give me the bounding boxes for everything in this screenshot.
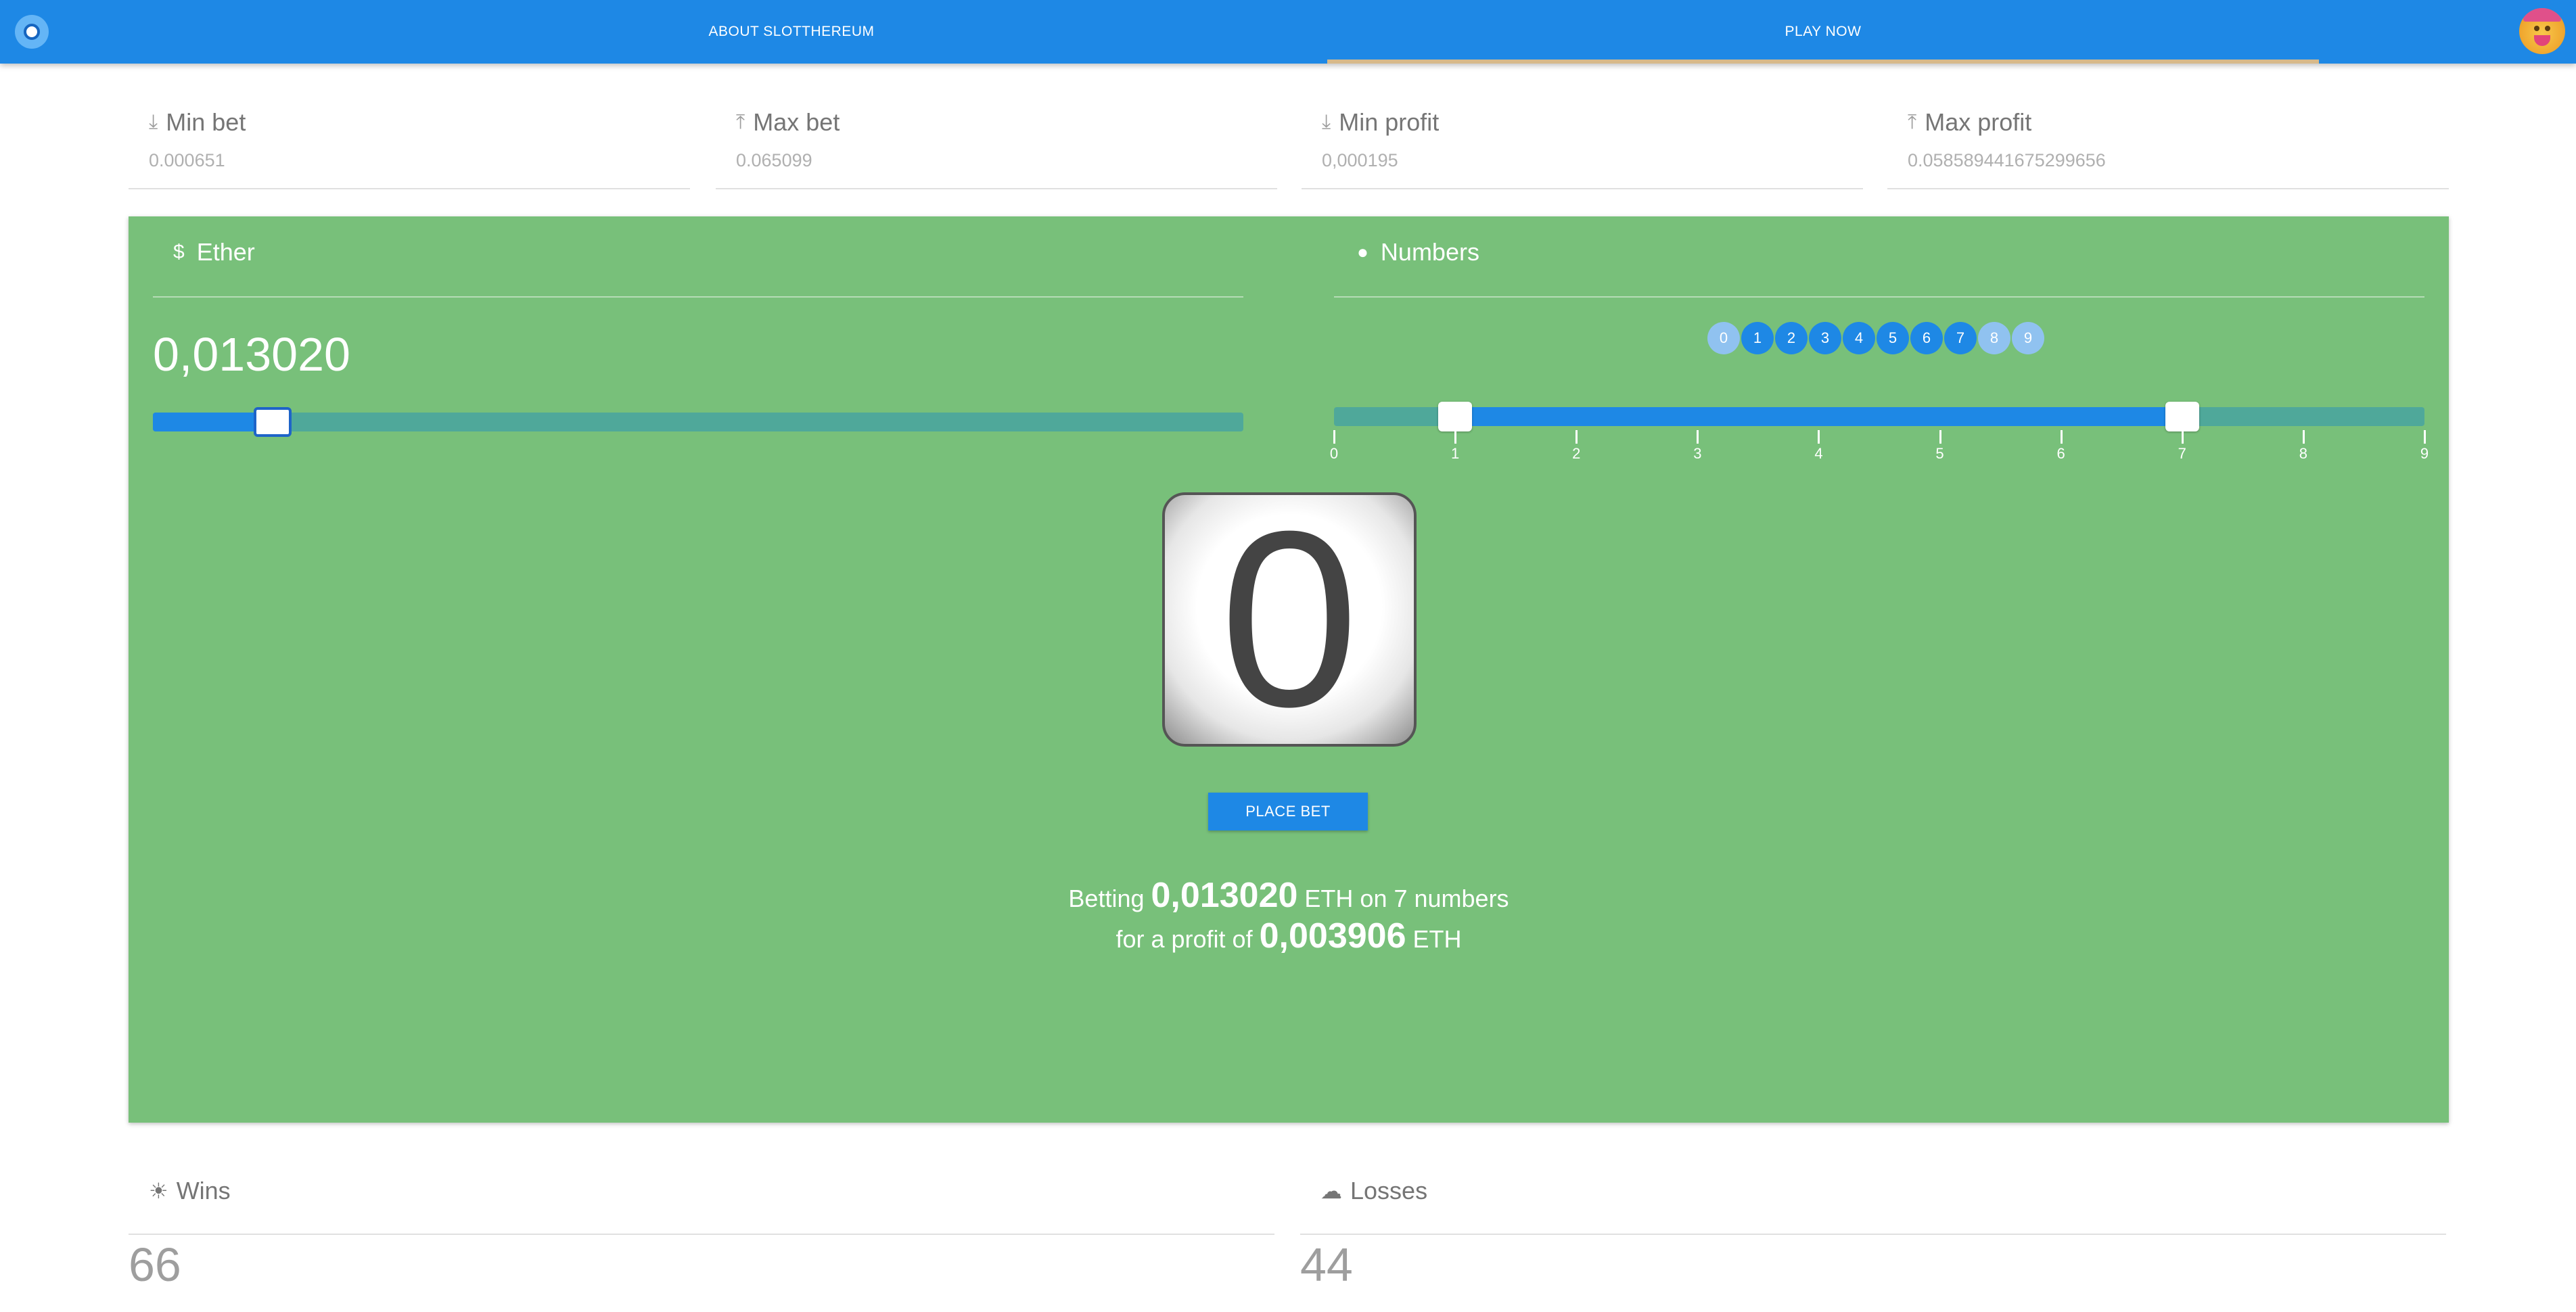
number-chip[interactable]: 2 [1775, 322, 1808, 354]
range-tick [1454, 430, 1457, 444]
range-tick-label: 3 [1693, 445, 1702, 462]
summary-betting-prefix: Betting [1068, 885, 1145, 912]
place-bet-button[interactable]: PLACE BET [1208, 793, 1368, 830]
wins-label-row: ☀ Wins [149, 1177, 231, 1205]
min-profit-label: Min profit [1339, 108, 1440, 136]
avatar[interactable] [2519, 8, 2565, 54]
range-tick-label: 9 [2420, 445, 2429, 462]
range-tick [1818, 430, 1820, 444]
min-profit-label-row: ⤓ Min profit [1322, 108, 1439, 137]
range-tick-label: 8 [2299, 445, 2307, 462]
ether-title: Ether [196, 238, 255, 266]
max-bet-label: Max bet [753, 108, 840, 136]
losses-stat: ☁ Losses 44 [1300, 1163, 2446, 1312]
arrow-up-to-line-icon: ⤒ [1908, 111, 1917, 133]
bubbles-icon: ● [1357, 241, 1368, 262]
numbers-title-row: ● Numbers [1357, 238, 1479, 266]
max-bet-value: 0.065099 [736, 150, 812, 170]
range-tick-label: 2 [1572, 445, 1581, 462]
cloud-icon: ☁ [1320, 1179, 1342, 1203]
numbers-title: Numbers [1380, 238, 1479, 266]
numbers-range-fill [1455, 407, 2182, 426]
numbers-divider [1334, 296, 2424, 298]
bet-summary-line1: Betting 0,013020 ETH on 7 numbers [129, 875, 2449, 916]
wins-label: Wins [176, 1177, 231, 1204]
max-profit-label-row: ⤒ Max profit [1908, 108, 2031, 137]
number-chip[interactable]: 1 [1741, 322, 1774, 354]
range-tick-label: 0 [1329, 445, 1339, 462]
ether-divider [153, 296, 1243, 298]
wins-stat: ☀ Wins 66 [129, 1163, 1274, 1312]
number-chip[interactable]: 8 [1978, 322, 2010, 354]
active-tab-indicator [1327, 60, 2319, 64]
min-profit-value: 0,000195 [1322, 150, 1398, 170]
numbers-range-track[interactable] [1334, 407, 2424, 426]
max-profit-field: ⤒ Max profit 0.058589441675299656 [1887, 101, 2449, 189]
max-bet-label-row: ⤒ Max bet [736, 108, 840, 137]
result-digit-box: 0 [1162, 492, 1417, 747]
arrow-down-to-line-icon: ⤓ [149, 111, 158, 133]
summary-bet-amount: 0,013020 [1151, 876, 1298, 915]
wins-value: 66 [129, 1238, 181, 1291]
bet-panel: $ Ether 0,013020 ● Numbers 0123456789 01… [129, 216, 2449, 1123]
ether-slider-handle[interactable] [254, 407, 292, 437]
losses-value: 44 [1300, 1238, 1353, 1291]
number-chip[interactable]: 7 [1944, 322, 1977, 354]
avatar-hair [2523, 8, 2561, 22]
range-tick-label: 5 [1935, 445, 1944, 462]
summary-profit-prefix: for a profit of [1116, 925, 1253, 953]
wins-divider [129, 1234, 1274, 1235]
range-tick [2424, 430, 2426, 444]
range-tick-label: 7 [2178, 445, 2186, 462]
app-bar: ABOUT SLOTTHEREUM PLAY NOW [0, 0, 2576, 64]
bet-summary-line2: for a profit of 0,003906 ETH [129, 916, 2449, 956]
ether-amount: 0,013020 [153, 328, 350, 381]
range-tick [2060, 430, 2063, 444]
number-chip[interactable]: 9 [2012, 322, 2044, 354]
range-tick [1697, 430, 1699, 444]
range-tick [1333, 430, 1335, 444]
range-tick [2181, 430, 2184, 444]
min-bet-label: Min bet [166, 108, 246, 136]
ether-title-row: $ Ether [173, 238, 255, 266]
avatar-eye [2545, 26, 2550, 31]
range-tick [2302, 430, 2305, 444]
min-profit-field: ⤓ Min profit 0,000195 [1302, 101, 1863, 189]
numbers-range-min-handle[interactable] [1438, 402, 1473, 431]
sun-icon: ☀ [149, 1179, 168, 1203]
arrow-up-to-line-icon: ⤒ [736, 111, 745, 133]
arrow-down-to-line-icon: ⤓ [1322, 111, 1331, 133]
number-chips: 0123456789 [1707, 322, 2044, 356]
ether-slider-track[interactable] [153, 413, 1243, 431]
number-chip[interactable]: 4 [1843, 322, 1875, 354]
numbers-range-max-handle[interactable] [2165, 402, 2199, 431]
summary-bet-suffix: ETH on 7 numbers [1304, 885, 1509, 912]
min-bet-field: ⤓ Min bet 0.000651 [129, 101, 690, 189]
avatar-mouth [2534, 35, 2550, 46]
number-chip[interactable]: 6 [1910, 322, 1943, 354]
number-chip[interactable]: 5 [1877, 322, 1909, 354]
max-profit-value: 0.058589441675299656 [1908, 150, 2106, 170]
dollar-icon: $ [173, 241, 185, 263]
summary-profit-amount: 0,003906 [1259, 916, 1406, 956]
max-profit-label: Max profit [1925, 108, 2032, 136]
range-tick [1576, 430, 1578, 444]
max-bet-field: ⤒ Max bet 0.065099 [716, 101, 1277, 189]
range-tick-label: 1 [1450, 445, 1460, 462]
losses-divider [1300, 1234, 2446, 1235]
nav-play-now[interactable]: PLAY NOW [1327, 0, 2319, 64]
summary-profit-suffix: ETH [1412, 925, 1462, 953]
avatar-eye [2534, 26, 2539, 31]
losses-label: Losses [1350, 1177, 1428, 1204]
range-tick-label: 4 [1814, 445, 1823, 462]
min-bet-label-row: ⤓ Min bet [149, 108, 246, 137]
number-chip[interactable]: 3 [1809, 322, 1841, 354]
range-tick-label: 6 [2056, 445, 2065, 462]
number-chip[interactable]: 0 [1707, 322, 1740, 354]
losses-label-row: ☁ Losses [1320, 1177, 1427, 1205]
range-tick [1939, 430, 1941, 444]
min-bet-value: 0.000651 [149, 150, 225, 170]
